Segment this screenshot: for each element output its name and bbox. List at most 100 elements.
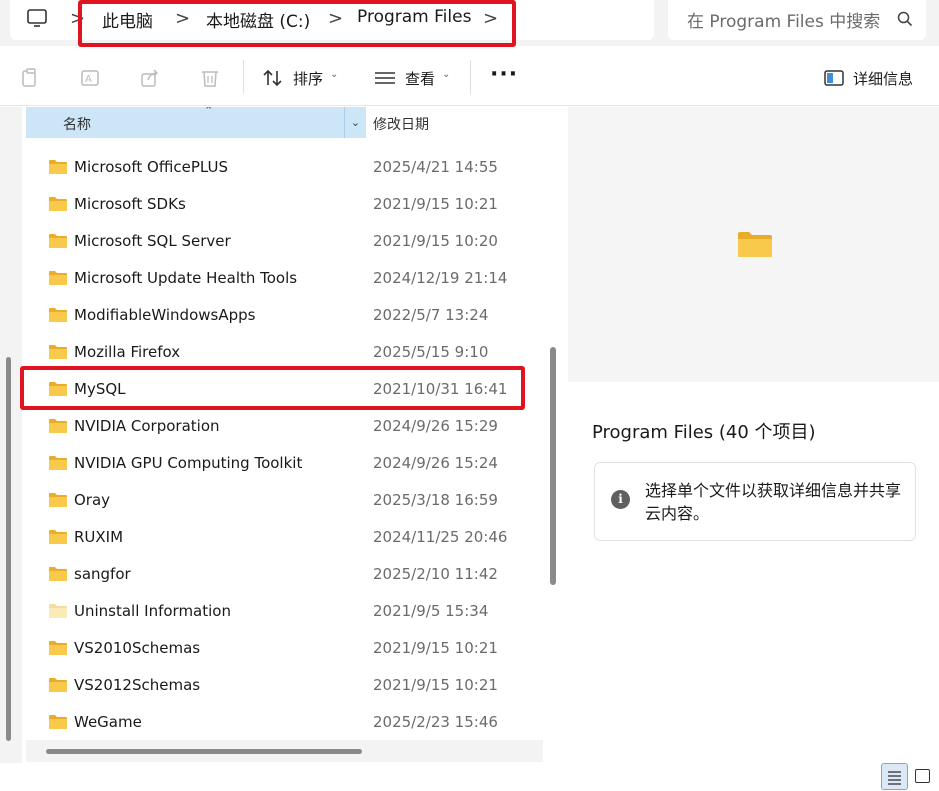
file-name: ModifiableWindowsApps bbox=[74, 306, 256, 324]
folder-icon bbox=[48, 714, 68, 730]
file-name: Mozilla Firefox bbox=[74, 343, 181, 361]
file-modified-date: 2025/2/10 11:42 bbox=[373, 565, 498, 583]
mysql-highlight-box bbox=[20, 366, 525, 410]
large-icons-view-button[interactable] bbox=[915, 769, 930, 783]
status-bar bbox=[0, 763, 939, 791]
command-bar: A 排序 ⌄ 查看 ⌄ ··· 详细信息 bbox=[0, 48, 939, 106]
details-view-button[interactable] bbox=[881, 763, 908, 790]
info-text: 选择单个文件以获取详细信息并共享云内容。 bbox=[645, 481, 902, 523]
info-icon: i bbox=[611, 490, 630, 509]
file-row[interactable]: Microsoft SQL Server 2021/9/15 10:20 bbox=[26, 224, 540, 261]
file-row[interactable]: Oray 2025/3/18 16:59 bbox=[26, 483, 540, 520]
file-modified-date: 2022/5/7 13:24 bbox=[373, 306, 489, 324]
address-bar-region: > 此电脑 > 本地磁盘 (C:) > Program Files > 在 Pr… bbox=[0, 0, 939, 47]
details-title: Program Files (40 个项目) bbox=[592, 422, 816, 443]
file-modified-date: 2025/2/23 15:46 bbox=[373, 713, 498, 731]
details-pane-icon[interactable] bbox=[823, 67, 845, 89]
folder-icon bbox=[48, 196, 68, 212]
file-name: VS2010Schemas bbox=[74, 639, 201, 657]
view-button[interactable]: 查看 bbox=[405, 68, 435, 89]
rename-icon[interactable]: A bbox=[79, 67, 101, 89]
file-modified-date: 2025/4/21 14:55 bbox=[373, 158, 498, 176]
folder-icon bbox=[48, 307, 68, 323]
column-header-modified[interactable]: 修改日期 bbox=[373, 114, 429, 134]
file-name: NVIDIA GPU Computing Toolkit bbox=[74, 454, 303, 472]
file-name: Microsoft SDKs bbox=[74, 195, 186, 213]
file-modified-date: 2021/9/5 15:34 bbox=[373, 602, 489, 620]
folder-icon bbox=[48, 603, 68, 619]
column-header-name-label[interactable]: 名称 bbox=[63, 114, 91, 134]
navigation-pane-edge bbox=[0, 107, 22, 763]
file-row[interactable]: NVIDIA Corporation 2024/9/26 15:29 bbox=[26, 409, 540, 446]
file-name: Microsoft SQL Server bbox=[74, 232, 231, 250]
breadcrumb-highlight-box bbox=[78, 0, 516, 47]
file-row[interactable]: VS2012Schemas 2021/9/15 10:21 bbox=[26, 668, 540, 705]
view-chevron-down-icon[interactable]: ⌄ bbox=[442, 69, 450, 80]
view-icon[interactable] bbox=[374, 67, 396, 89]
folder-icon bbox=[48, 677, 68, 693]
file-modified-date: 2021/9/15 10:21 bbox=[373, 676, 498, 694]
column-filter-chevron-icon[interactable]: ⌄ bbox=[344, 107, 366, 138]
file-modified-date: 2024/9/26 15:29 bbox=[373, 417, 498, 435]
info-card: i 选择单个文件以获取详细信息并共享云内容。 bbox=[594, 462, 916, 541]
horizontal-scrollbar[interactable] bbox=[46, 749, 362, 754]
folder-icon bbox=[48, 455, 68, 471]
folder-icon bbox=[48, 270, 68, 286]
sort-button[interactable]: 排序 bbox=[293, 68, 323, 89]
search-input[interactable]: 在 Program Files 中搜索 bbox=[668, 0, 926, 40]
this-pc-icon[interactable] bbox=[26, 7, 48, 29]
file-name: WeGame bbox=[74, 713, 142, 731]
toolbar-divider bbox=[470, 60, 471, 94]
file-row[interactable]: NVIDIA GPU Computing Toolkit 2024/9/26 15… bbox=[26, 446, 540, 483]
file-row[interactable]: Uninstall Information 2021/9/5 15:34 bbox=[26, 594, 540, 631]
sort-ascending-icon: ⌃ bbox=[204, 107, 214, 117]
file-modified-date: 2025/3/18 16:59 bbox=[373, 491, 498, 509]
paste-icon[interactable] bbox=[19, 67, 41, 89]
file-row[interactable]: WeGame 2025/2/23 15:46 bbox=[26, 705, 540, 742]
file-name: Oray bbox=[74, 491, 111, 509]
share-icon[interactable] bbox=[139, 67, 161, 89]
file-modified-date: 2024/9/26 15:24 bbox=[373, 454, 498, 472]
file-modified-date: 2021/9/15 10:21 bbox=[373, 639, 498, 657]
folder-icon bbox=[48, 344, 68, 360]
folder-icon bbox=[48, 566, 68, 582]
file-row[interactable]: sangfor 2025/2/10 11:42 bbox=[26, 557, 540, 594]
navigation-scrollbar[interactable] bbox=[6, 357, 11, 741]
file-name: sangfor bbox=[74, 565, 131, 583]
folder-icon bbox=[48, 640, 68, 656]
file-modified-date: 2025/5/15 9:10 bbox=[373, 343, 489, 361]
file-row[interactable]: ModifiableWindowsApps 2022/5/7 13:24 bbox=[26, 298, 540, 335]
toolbar-divider bbox=[243, 60, 244, 94]
file-modified-date: 2021/9/15 10:20 bbox=[373, 232, 498, 250]
search-placeholder: 在 Program Files 中搜索 bbox=[687, 12, 881, 32]
vertical-scrollbar[interactable] bbox=[550, 347, 556, 585]
file-row[interactable]: Microsoft SDKs 2021/9/15 10:21 bbox=[26, 187, 540, 224]
file-name: VS2012Schemas bbox=[74, 676, 201, 694]
folder-icon bbox=[48, 492, 68, 508]
delete-icon[interactable] bbox=[199, 67, 221, 89]
file-row[interactable]: RUXIM 2024/11/25 20:46 bbox=[26, 520, 540, 557]
file-modified-date: 2024/11/25 20:46 bbox=[373, 528, 508, 546]
file-row[interactable]: Microsoft OfficePLUS 2025/4/21 14:55 bbox=[26, 150, 540, 187]
search-icon bbox=[897, 11, 913, 27]
details-button[interactable]: 详细信息 bbox=[853, 68, 913, 89]
details-view-icon bbox=[888, 771, 901, 785]
file-row[interactable]: VS2010Schemas 2021/9/15 10:21 bbox=[26, 631, 540, 668]
file-name: NVIDIA Corporation bbox=[74, 417, 220, 435]
file-row[interactable]: Microsoft Update Health Tools 2024/12/19 … bbox=[26, 261, 540, 298]
file-name: Microsoft Update Health Tools bbox=[74, 269, 298, 287]
file-name: Uninstall Information bbox=[74, 602, 231, 620]
folder-icon bbox=[48, 418, 68, 434]
svg-text:A: A bbox=[85, 74, 92, 85]
sort-chevron-down-icon[interactable]: ⌄ bbox=[330, 69, 338, 80]
folder-icon bbox=[48, 159, 68, 175]
file-name: RUXIM bbox=[74, 528, 124, 546]
file-name: Microsoft OfficePLUS bbox=[74, 158, 228, 176]
folder-icon bbox=[48, 233, 68, 249]
sort-icon[interactable] bbox=[262, 67, 284, 89]
more-options-button[interactable]: ··· bbox=[490, 62, 518, 87]
folder-icon bbox=[48, 529, 68, 545]
folder-preview-icon bbox=[738, 232, 772, 257]
file-modified-date: 2021/9/15 10:21 bbox=[373, 195, 498, 213]
file-modified-date: 2024/12/19 21:14 bbox=[373, 269, 508, 287]
